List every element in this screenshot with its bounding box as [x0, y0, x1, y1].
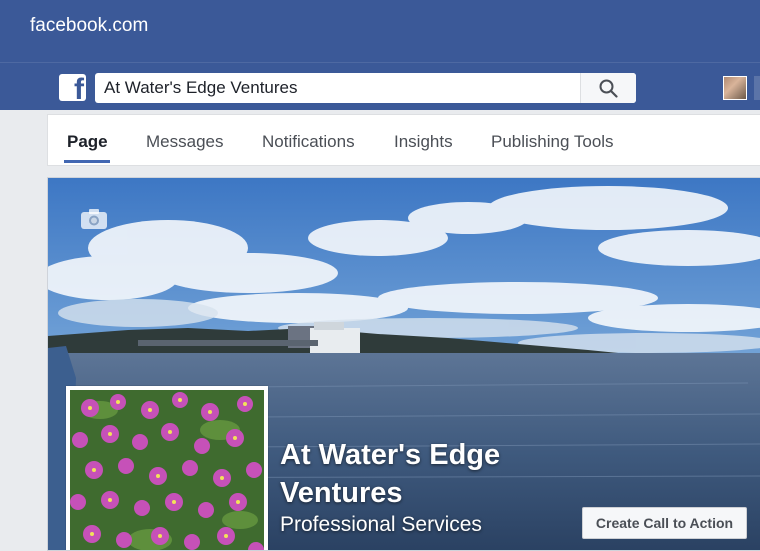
page-category[interactable]: Professional Services	[280, 513, 482, 537]
camera-icon[interactable]	[80, 208, 108, 230]
profile-name-truncated[interactable]	[754, 76, 760, 100]
create-call-to-action-button[interactable]: Create Call to Action	[582, 507, 747, 539]
tab-page[interactable]: Page	[67, 132, 108, 152]
facebook-f-icon[interactable]: f	[59, 74, 86, 101]
active-tab-indicator	[64, 160, 110, 163]
page-tab-bar: Page Messages Notifications Insights Pub…	[47, 114, 760, 166]
facebook-top-bar: f At Water's Edge Ventures	[0, 62, 760, 110]
tab-notifications[interactable]: Notifications	[262, 132, 355, 152]
page-title[interactable]: At Water's Edge Ventures	[280, 436, 540, 512]
profile-picture[interactable]	[66, 386, 268, 550]
tab-insights[interactable]: Insights	[394, 132, 453, 152]
tab-messages[interactable]: Messages	[146, 132, 223, 152]
tab-publishing-tools[interactable]: Publishing Tools	[491, 132, 614, 152]
cover-photo[interactable]: At Water's Edge Ventures Professional Se…	[47, 177, 760, 551]
search-input[interactable]: At Water's Edge Ventures	[104, 78, 298, 98]
search-box: At Water's Edge Ventures	[95, 73, 636, 103]
browser-url[interactable]: facebook.com	[30, 15, 148, 37]
magnifier-icon	[599, 79, 618, 98]
search-button[interactable]	[580, 73, 636, 103]
profile-image-flowers	[70, 390, 264, 550]
browser-url-bar: facebook.com	[0, 0, 760, 62]
avatar[interactable]	[723, 76, 747, 100]
